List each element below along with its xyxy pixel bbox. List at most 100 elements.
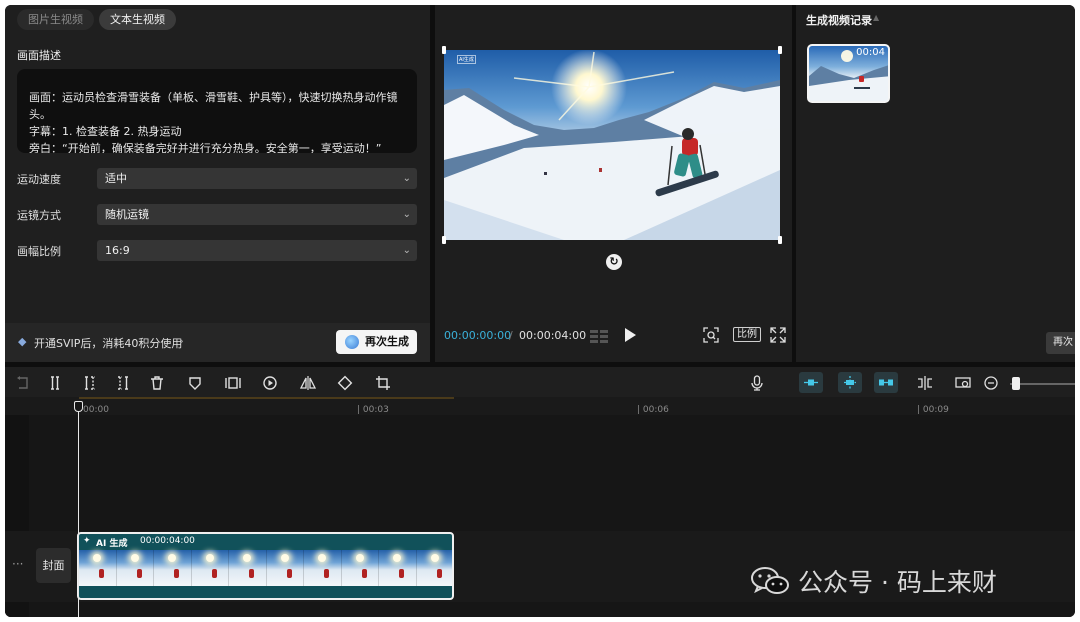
caret-up-icon[interactable]: ▲ <box>873 13 879 22</box>
undo-icon[interactable] <box>15 375 31 391</box>
description-line: 画面：运动员检查滑雪装备（单板、滑雪鞋、护具等），快速切换热身动作镜头。 <box>29 91 398 121</box>
video-clip[interactable]: ✦ AI 生成 00:00:04:00 <box>77 532 454 600</box>
camera-movement-label: 运镜方式 <box>17 209 61 222</box>
history-regenerate-button[interactable]: 再次 <box>1046 332 1075 354</box>
sparkle-icon: ✦ <box>83 536 91 546</box>
sun-icon <box>93 554 101 562</box>
generation-panel: 图片生视频 文本生视频 画面描述 画面：运动员检查滑雪装备（单板、滑雪鞋、护具等… <box>5 5 430 362</box>
resize-handle[interactable] <box>778 236 782 244</box>
history-panel: 生成视频记录 ▲ 00:04 再次 <box>796 5 1075 362</box>
fit-view-icon[interactable] <box>703 327 719 343</box>
description-textarea[interactable]: 画面：运动员检查滑雪装备（单板、滑雪鞋、护具等），快速切换热身动作镜头。 字幕：… <box>17 69 417 153</box>
diamond-icon: ◆ <box>18 335 27 348</box>
history-item-duration: 00:04 <box>856 47 885 58</box>
link-main-icon[interactable] <box>799 372 823 393</box>
description-line: 旁白：“开始前，确保装备完好并进行充分热身。安全第一，享受运动！” <box>29 142 382 153</box>
description-line: 字幕：1. 检查装备 2. 热身运动 <box>29 125 182 138</box>
skier-figure <box>399 569 404 578</box>
clip-frame-thumbnail <box>116 550 154 586</box>
resize-handle[interactable] <box>442 236 446 244</box>
tab-text-to-video[interactable]: 文本生视频 <box>99 9 176 30</box>
split-view-icon[interactable] <box>917 375 933 391</box>
refresh-icon[interactable]: ↻ <box>606 254 622 270</box>
split-icon[interactable] <box>47 375 63 391</box>
tick-label: | 00:06 <box>637 405 669 415</box>
skier-figure <box>324 569 329 578</box>
clip-frame-thumbnail <box>416 550 452 586</box>
freeze-frame-icon[interactable] <box>225 375 241 391</box>
resize-handle[interactable] <box>778 46 782 54</box>
tick-label: 00:00 <box>83 405 109 415</box>
camera-movement-value: 随机运镜 <box>105 208 149 221</box>
watermark-text: 公众号 · 码上来财 <box>798 568 997 597</box>
description-label: 画面描述 <box>17 49 61 62</box>
ruler-progress <box>79 397 454 399</box>
aspect-ratio-button[interactable]: 比例 <box>733 327 761 342</box>
more-options-icon[interactable]: ··· <box>12 557 23 571</box>
wechat-icon <box>751 567 789 594</box>
editing-toolbar <box>5 367 1075 397</box>
app-window: 图片生视频 文本生视频 画面描述 画面：运动员检查滑雪装备（单板、滑雪鞋、护具等… <box>5 5 1075 617</box>
aspect-ratio-select[interactable]: 16:9 ⌄ <box>97 240 417 261</box>
mic-icon[interactable] <box>749 375 765 391</box>
history-item[interactable]: 00:04 <box>807 44 890 103</box>
sun-icon <box>430 554 439 562</box>
resize-handle[interactable] <box>442 46 446 54</box>
total-time: 00:00:04:00 <box>519 329 587 342</box>
shield-icon[interactable] <box>187 375 203 391</box>
time-separator: / <box>509 329 513 342</box>
aspect-ratio-row: 画幅比例 16:9 ⌄ <box>17 240 417 261</box>
ai-orb-icon <box>345 335 359 349</box>
frame-grid-icon[interactable] <box>589 329 609 343</box>
clip-frame-thumbnail <box>379 550 417 586</box>
preview-video[interactable]: AI生成 <box>444 50 780 240</box>
cover-button[interactable]: 封面 <box>36 548 71 583</box>
split-right-icon[interactable] <box>115 375 131 391</box>
motion-speed-row: 运动速度 适中 ⌄ <box>17 168 417 189</box>
sun-icon <box>205 554 214 562</box>
skier-figure <box>249 569 254 578</box>
camera-movement-select[interactable]: 随机运镜 ⌄ <box>97 204 417 225</box>
current-time: 00:00:00:00 <box>444 329 512 342</box>
sun-icon <box>130 554 139 562</box>
aspect-ratio-value: 16:9 <box>105 244 130 257</box>
vip-notice-link[interactable]: 开通SVIP后，消耗40积分使用 <box>34 335 182 351</box>
skier-figure <box>136 569 142 578</box>
fullscreen-icon[interactable] <box>770 327 786 343</box>
tick-label: | 00:03 <box>357 405 389 415</box>
skier-figure <box>99 569 104 578</box>
mirror-icon[interactable] <box>299 375 317 391</box>
skier-figure <box>211 569 217 578</box>
crop-icon[interactable] <box>375 375 391 391</box>
motion-speed-select[interactable]: 适中 ⌄ <box>97 168 417 189</box>
snap-icon[interactable] <box>838 372 862 393</box>
history-title: 生成视频记录 <box>806 14 872 27</box>
clip-frame-thumbnail <box>266 550 304 586</box>
time-ruler[interactable]: 00:00 | 00:03 | 00:06 | 00:09 <box>5 397 1075 415</box>
play-button[interactable] <box>622 326 638 344</box>
link-track-icon[interactable] <box>874 372 898 393</box>
chevron-right-icon[interactable]: › <box>179 334 184 348</box>
chevron-down-icon: ⌄ <box>402 173 411 184</box>
zoom-out-icon[interactable] <box>983 375 999 391</box>
tick-label: | 00:09 <box>917 405 949 415</box>
preview-panel: AI生成 ↻ 00:00:00:00 / 00:00:04:00 比例 <box>435 5 792 362</box>
zoom-slider-handle[interactable] <box>1012 377 1020 390</box>
sun-icon <box>243 554 251 562</box>
clip-frame-thumbnail <box>341 550 379 586</box>
skier-figure <box>174 569 179 578</box>
speed-icon[interactable] <box>262 375 278 391</box>
regenerate-button[interactable]: 再次生成 <box>336 330 417 354</box>
clip-filmstrip <box>79 550 452 586</box>
delete-icon[interactable] <box>149 375 165 391</box>
clip-frame-thumbnail <box>229 550 267 586</box>
preview-icon[interactable] <box>955 375 971 391</box>
clip-duration: 00:00:04:00 <box>140 536 195 546</box>
playhead-handle[interactable] <box>74 401 83 412</box>
clip-label: AI 生成 <box>96 539 128 549</box>
rotate-icon[interactable] <box>337 375 353 391</box>
tab-image-to-video[interactable]: 图片生视频 <box>17 9 94 30</box>
split-left-icon[interactable] <box>82 375 98 391</box>
clip-frame-thumbnail <box>154 550 192 586</box>
playhead-line[interactable] <box>78 407 79 617</box>
